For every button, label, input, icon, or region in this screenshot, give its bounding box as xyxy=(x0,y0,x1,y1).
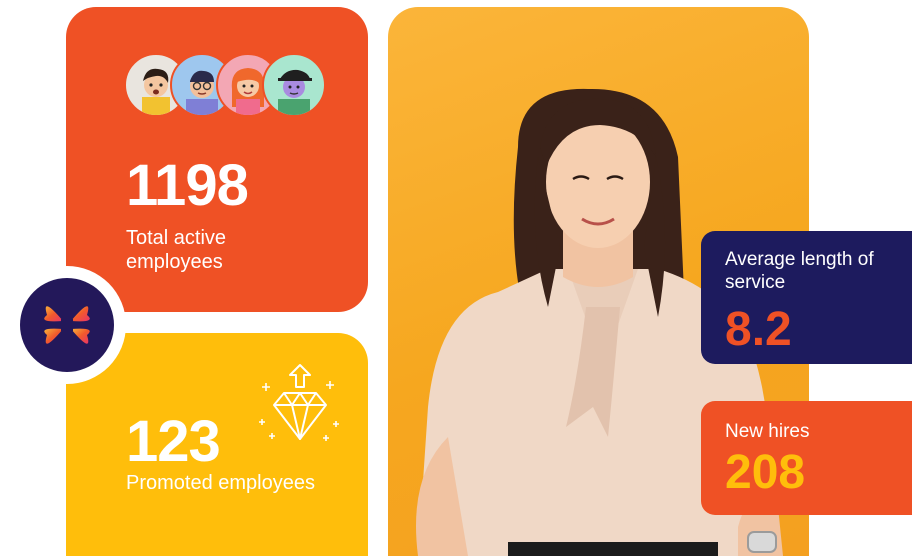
diamond-arrow-icon xyxy=(259,364,339,441)
active-employees-card: 1198 Total active employees xyxy=(66,7,368,312)
promoted-employees-count: 123 xyxy=(126,409,221,474)
promoted-employees-label: Promoted employees xyxy=(126,472,315,494)
new-hires-card: New hires 208 xyxy=(701,401,912,515)
average-service-card: Average length of service 8.2 xyxy=(701,231,912,364)
active-employees-label: Total active employees xyxy=(126,227,227,273)
brand-logo-icon xyxy=(20,278,114,372)
avatar xyxy=(262,53,326,117)
avatar-group xyxy=(124,53,326,117)
new-hires-value: 208 xyxy=(725,446,806,499)
new-hires-label: New hires xyxy=(725,421,810,442)
average-service-label: Average length of service xyxy=(725,249,874,293)
brand-logo xyxy=(8,266,126,384)
active-employees-count: 1198 xyxy=(126,153,249,218)
average-service-value: 8.2 xyxy=(725,303,792,356)
